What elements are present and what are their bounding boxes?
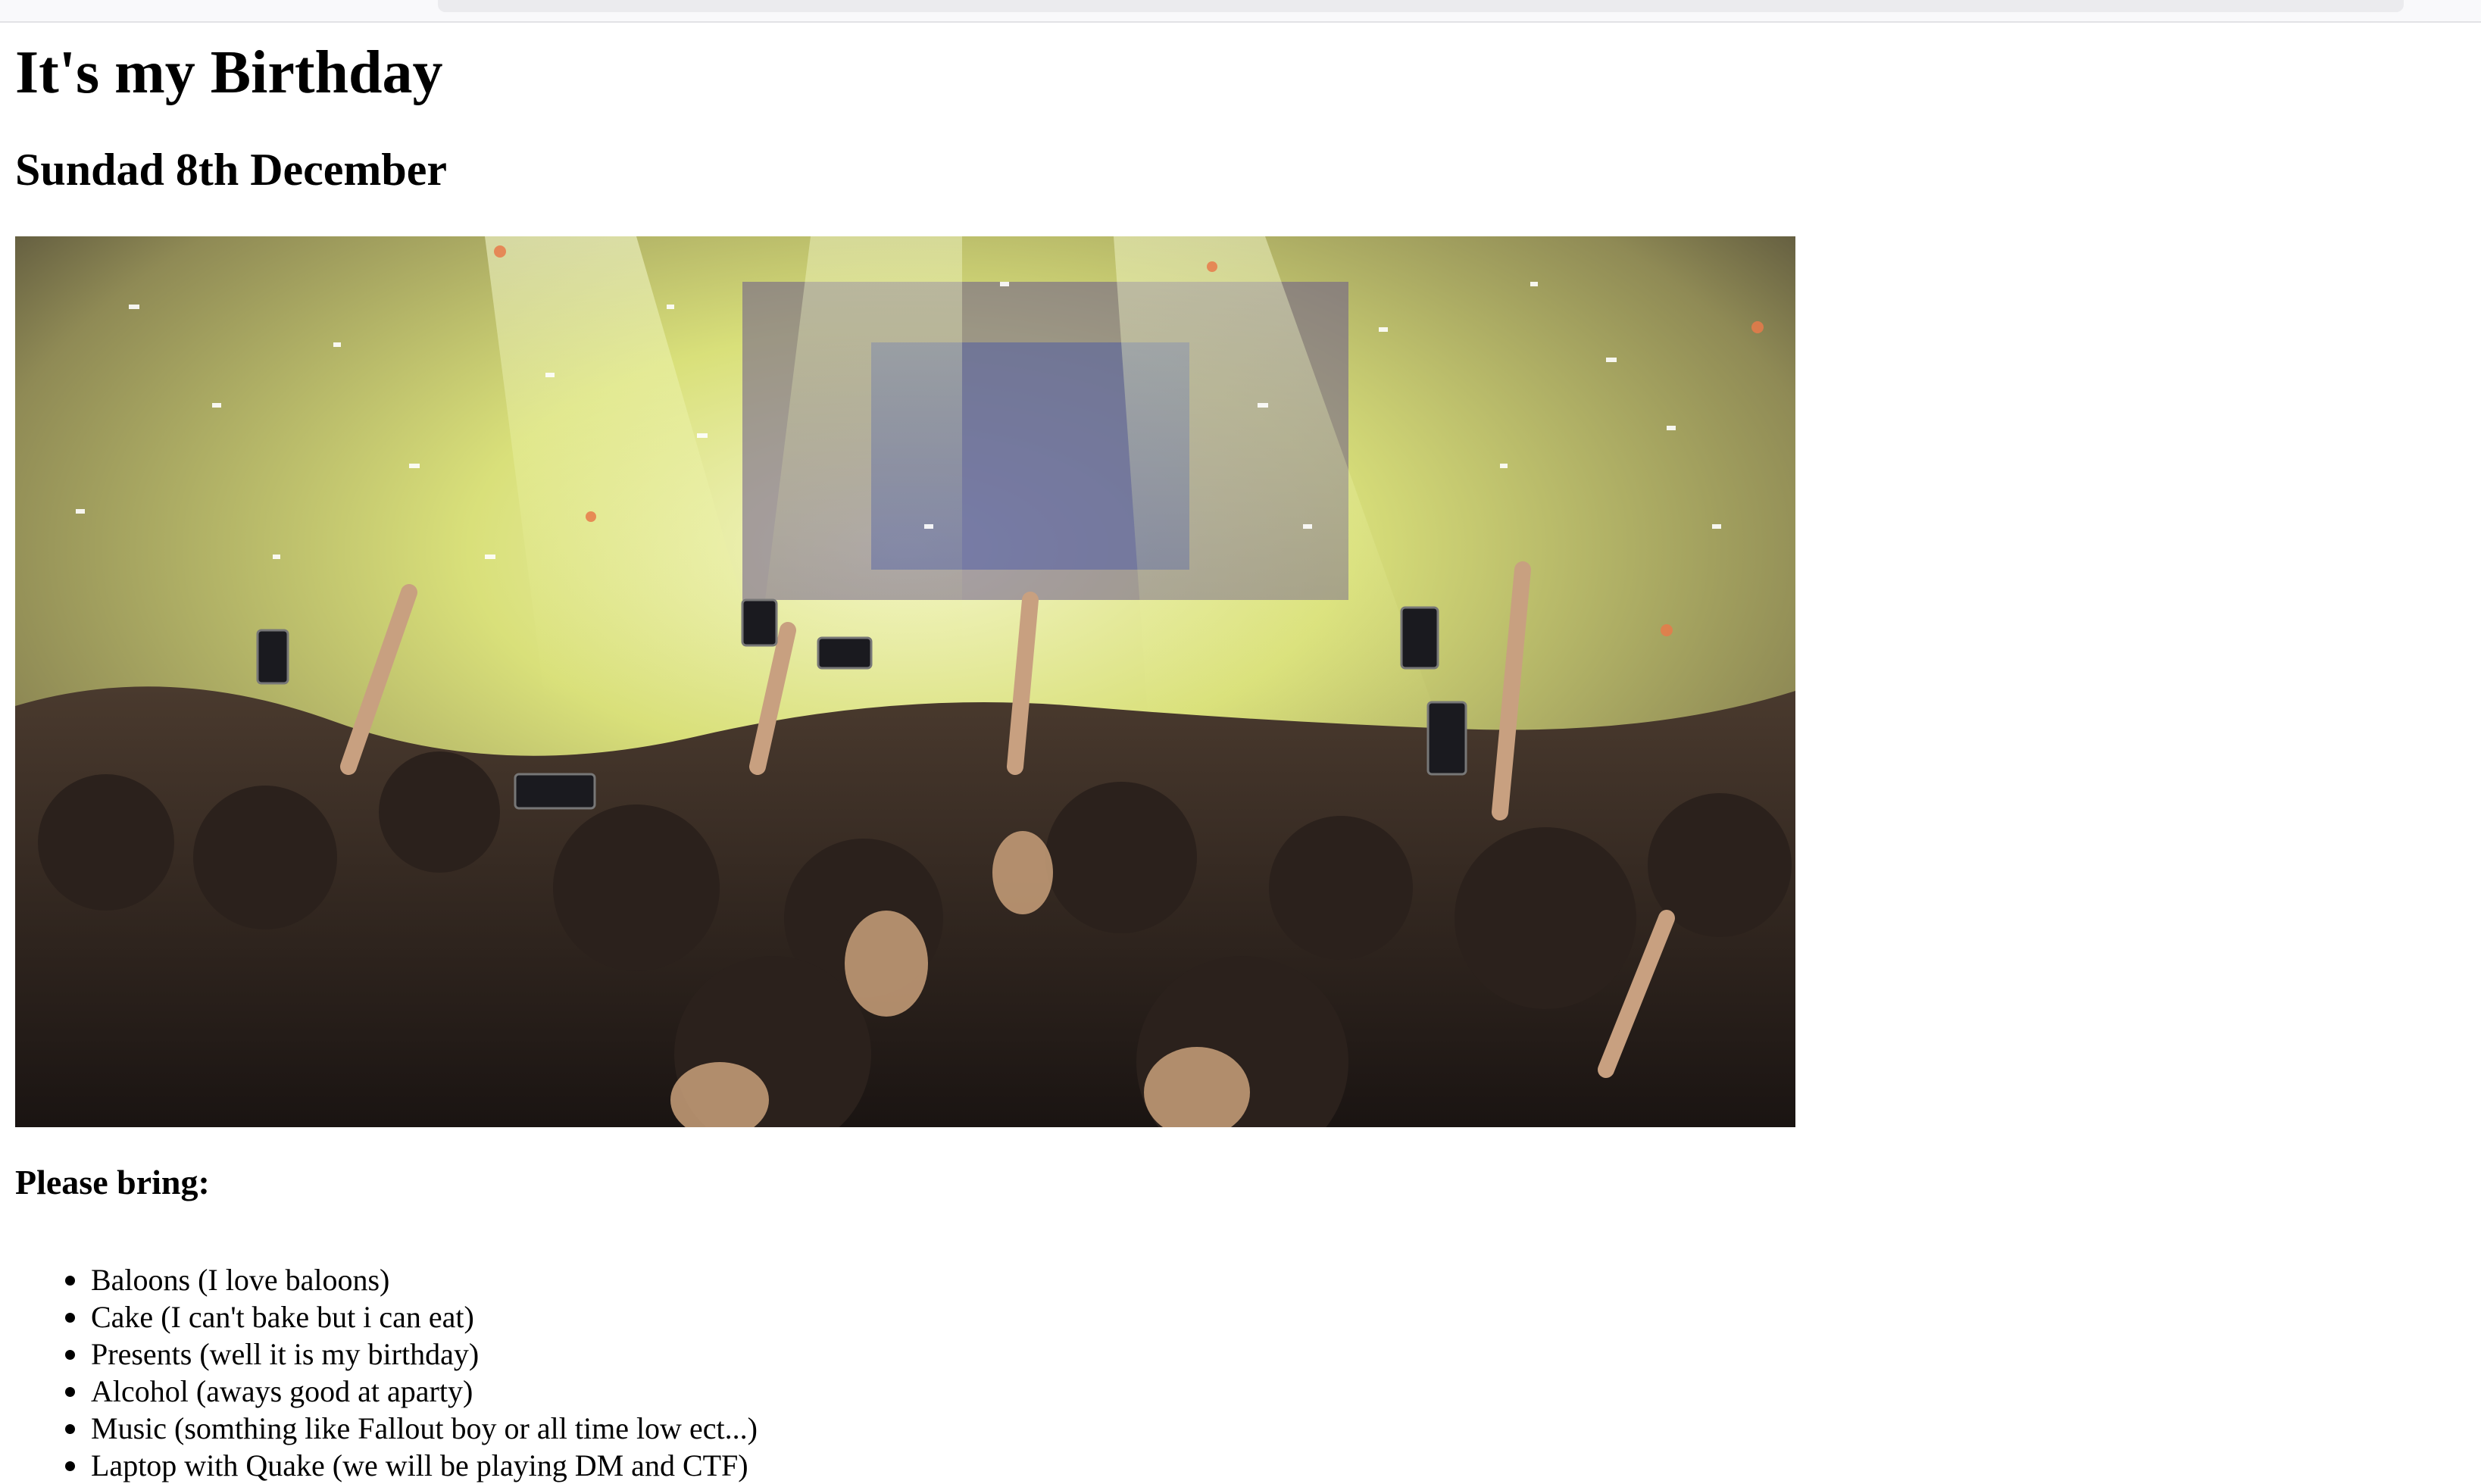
bullet-icon [65, 1276, 75, 1286]
list-item: Cake (I can't bake but i can eat) [65, 1298, 758, 1336]
page-title: It's my Birthday [15, 39, 443, 106]
party-photo [15, 236, 1795, 1127]
bring-heading: Please bring: [15, 1163, 210, 1201]
list-item: Alcohol (aways good at aparty) [65, 1373, 758, 1410]
event-date: Sundad 8th December [15, 145, 448, 195]
list-item: Laptop with Quake (we will be playing DM… [65, 1447, 758, 1484]
bullet-icon [65, 1313, 75, 1323]
bring-list: Baloons (I love baloons) Cake (I can't b… [15, 1261, 758, 1484]
bullet-icon [65, 1387, 75, 1397]
bullet-icon [65, 1424, 75, 1434]
browser-top-strip [0, 0, 2481, 23]
list-item: Presents (well it is my birthday) [65, 1336, 758, 1373]
bullet-icon [65, 1350, 75, 1360]
list-item: Baloons (I love baloons) [65, 1261, 758, 1298]
scroll-track[interactable] [438, 0, 2404, 12]
list-item: Music (somthing like Fallout boy or all … [65, 1410, 758, 1447]
bullet-icon [65, 1461, 75, 1471]
